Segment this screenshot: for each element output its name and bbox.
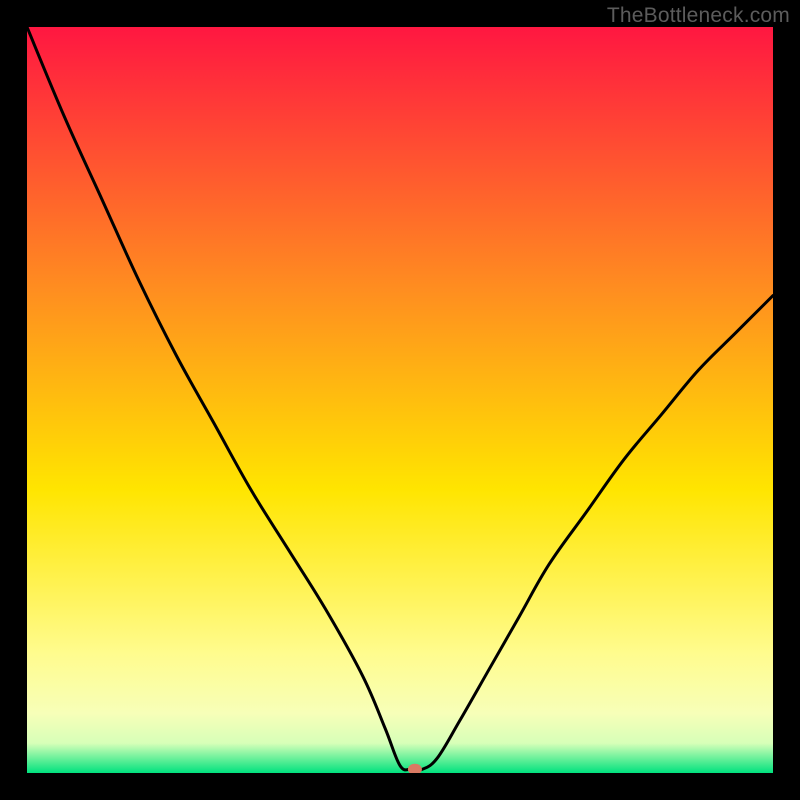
chart-frame: TheBottleneck.com (0, 0, 800, 800)
gradient-background (27, 27, 773, 773)
plot-area (27, 27, 773, 773)
bottleneck-chart-svg (27, 27, 773, 773)
watermark-text: TheBottleneck.com (607, 4, 790, 28)
